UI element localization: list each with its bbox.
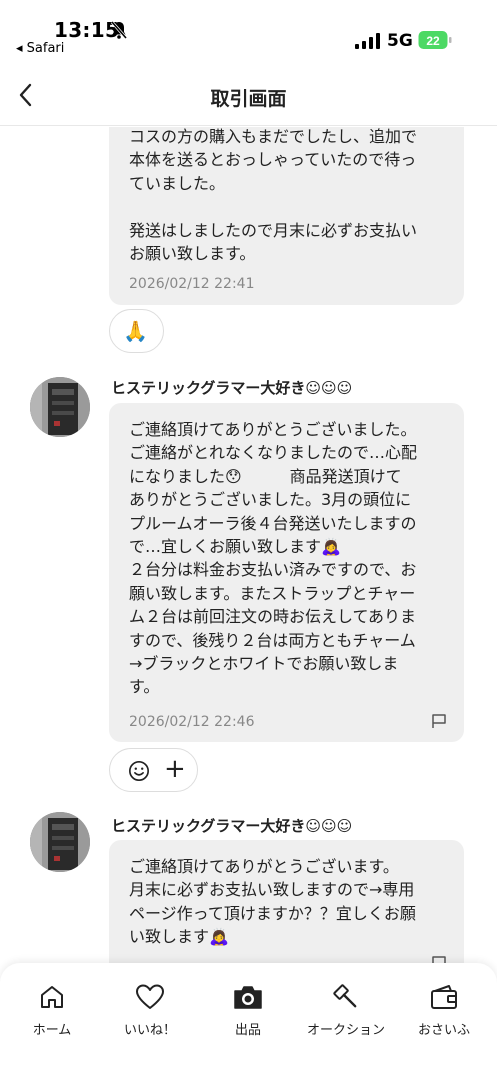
tab-label: オークション [306,1023,385,1038]
message-bubble: コスの方の購入もまだでしたし、追加で 本体を送るとおっしゃっていたので待っ てい… [109,127,464,305]
report-flag-icon[interactable] [431,713,447,729]
wallet-icon [431,985,457,1009]
tab-label: おさいふ [417,1023,470,1038]
avatar-image [30,812,90,872]
tab-likes[interactable]: いいね！ [105,983,195,1038]
back-to-app-link[interactable]: ◂ Safari [16,41,64,56]
tab-sell[interactable]: 出品 [203,983,293,1038]
report-flag-icon[interactable] [431,955,447,963]
message-text: ご連絡頂けてありがとうございます。 月末に必ずお支払い致しますので→専用 ページ… [129,857,416,947]
message-bubble: ご連絡頂けてありがとうございます。 月末に必ずお支払い致しますので→専用 ページ… [109,840,464,963]
avatar[interactable] [30,377,90,437]
reaction-chip[interactable]: 🙏 [109,309,164,353]
tab-wallet[interactable]: おさいふ [399,983,489,1038]
header: 取引画面 [0,62,497,126]
battery-level: 22 [426,34,440,48]
avatar-image [30,377,90,437]
message-list[interactable]: コスの方の購入もまだでしたし、追加で 本体を送るとおっしゃっていたので待っ てい… [0,127,497,963]
bell-muted-icon [110,21,128,39]
reaction-bar: + [109,748,198,792]
status-bar: 13:15 ◂ Safari 5G 22 [0,0,497,62]
message-bubble: ご連絡頂けてありがとうございました。 ご連絡がとれなくなりましたので…心配 にな… [109,403,464,742]
page-title: 取引画面 [210,88,287,110]
pray-reaction-icon: 🙏 [123,319,148,343]
add-reaction-button[interactable]: + [164,754,186,784]
message-timestamp: 2026/02/12 22:46 [129,714,255,730]
tab-label: ホーム [32,1023,72,1038]
message-text: ご連絡頂けてありがとうございました。 ご連絡がとれなくなりましたので…心配 にな… [129,420,418,697]
battery-icon: 22 [418,31,452,49]
camera-icon [234,986,262,1009]
tab-label: いいね！ [123,1023,176,1038]
tab-home[interactable]: ホーム [7,983,97,1038]
heart-icon [136,984,164,1009]
message-text: コスの方の購入もまだでしたし、追加で 本体を送るとおっしゃっていたので待っ てい… [129,127,418,264]
tab-label: 出品 [234,1023,261,1038]
message-timestamp: 2026/02/12 22:41 [129,276,255,292]
avatar[interactable] [30,812,90,872]
home-icon [41,986,63,1008]
add-emoji-icon[interactable] [128,760,150,782]
gavel-icon [333,984,357,1008]
sender-name: ヒステリックグラマー大好き☺︎☺︎☺︎ [111,379,353,397]
tab-bar: ホーム いいね！ 出品 オークション おさいふ [0,963,497,1080]
signal-icon [355,33,380,49]
tab-auction[interactable]: オークション [301,983,391,1038]
sender-name: ヒステリックグラマー大好き☺︎☺︎☺︎ [111,817,353,835]
network-type: 5G [387,31,413,51]
